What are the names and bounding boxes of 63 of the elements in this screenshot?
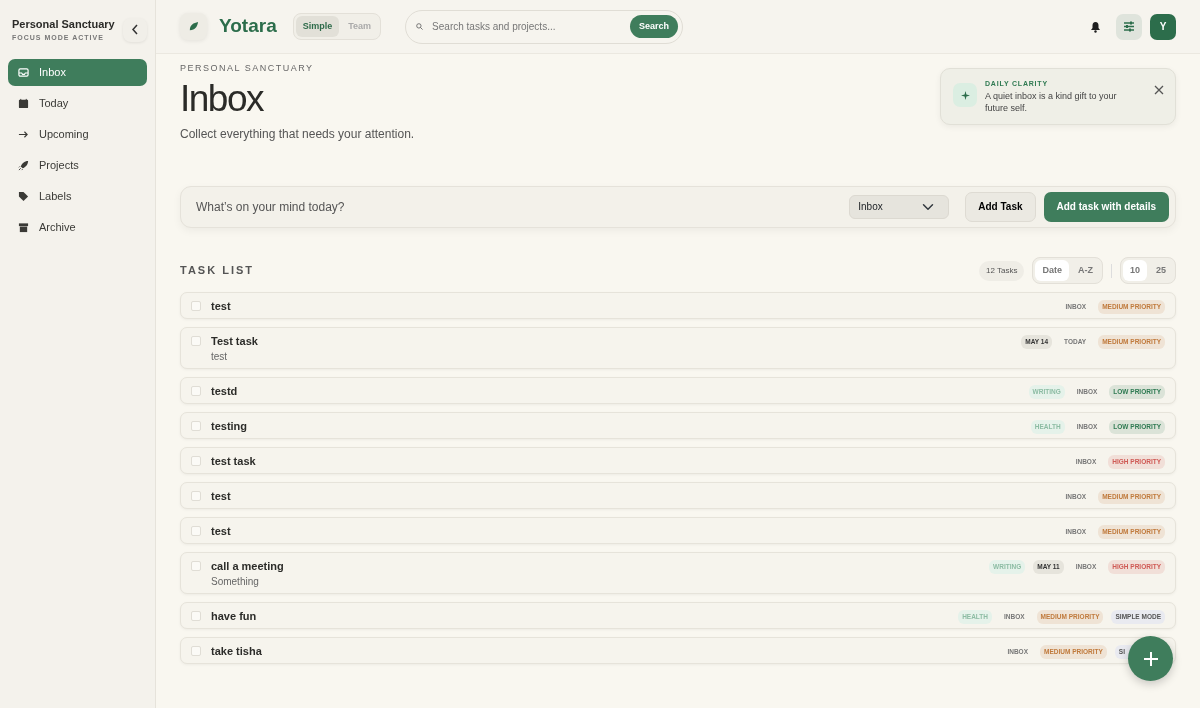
plus-icon xyxy=(1142,650,1159,667)
chevron-left-icon xyxy=(131,24,139,35)
segment-option[interactable]: 10 xyxy=(1122,259,1147,282)
task-title: Test task xyxy=(211,333,259,349)
task-title: test xyxy=(211,488,232,504)
page-title: Inbox xyxy=(180,79,263,117)
task-checkbox[interactable] xyxy=(191,610,201,621)
workspace-title: Personal Sanctuary xyxy=(12,17,115,32)
task-checkbox[interactable] xyxy=(191,300,201,311)
task-input[interactable]: What’s on your mind today? xyxy=(194,196,842,217)
task-title: have fun xyxy=(211,608,258,624)
page-subtitle: Collect everything that needs your attention. xyxy=(180,125,415,143)
settings-icon[interactable] xyxy=(1116,13,1142,40)
brand-name: Yotara xyxy=(219,14,277,39)
calendar-icon xyxy=(18,98,29,109)
sidebar-item[interactable]: Upcoming xyxy=(8,121,147,148)
search-icon xyxy=(416,23,424,30)
task-checkbox[interactable] xyxy=(191,525,201,536)
search-button[interactable]: Search xyxy=(630,14,679,39)
archive-icon xyxy=(18,222,29,233)
sidebar-item[interactable]: Inbox xyxy=(8,59,147,86)
add-task-button[interactable]: Add Task xyxy=(965,191,1036,222)
sidebar-item[interactable]: Labels xyxy=(8,183,147,210)
task-checkbox[interactable] xyxy=(191,645,201,656)
task-checkbox[interactable] xyxy=(191,560,201,571)
task-note: test xyxy=(211,349,229,364)
tip-text: A quiet inbox is a kind gift to your future self. xyxy=(985,89,1118,114)
quick-add-field[interactable]: What’s on your mind today? Inbox Add Task Add task with details xyxy=(180,185,1176,228)
segment-option[interactable]: Simple xyxy=(295,15,340,38)
sidebar-item[interactable]: Today xyxy=(8,90,147,117)
sidebar-item[interactable]: Archive xyxy=(8,214,147,241)
add-details-button[interactable]: Add task with details xyxy=(1043,191,1169,222)
task-checkbox[interactable] xyxy=(191,455,201,466)
task-checkbox[interactable] xyxy=(191,385,201,396)
task-title: test xyxy=(211,523,232,539)
page-eyebrow: PERSONAL SANCTUARY xyxy=(180,62,314,75)
leaf-icon xyxy=(180,13,207,40)
task-count: 12 Tasks xyxy=(979,260,1025,281)
sparkle-icon xyxy=(953,83,977,107)
section-heading: TASK LIST xyxy=(180,263,254,279)
task-title: testd xyxy=(211,383,239,399)
task-title: take tisha xyxy=(211,643,263,659)
inbox-icon xyxy=(18,67,29,78)
task-title: test xyxy=(211,298,232,314)
task-note: Something xyxy=(211,574,260,589)
task-title: test task xyxy=(211,453,257,469)
segment-option[interactable]: Date xyxy=(1035,259,1069,282)
task-title: testing xyxy=(211,418,249,434)
arrow-right-icon xyxy=(18,129,29,140)
task-checkbox[interactable] xyxy=(191,335,201,346)
segment-option[interactable]: 25 xyxy=(1149,259,1173,282)
task-title: call a meeting xyxy=(211,558,285,574)
rocket-icon xyxy=(18,160,29,171)
search-field[interactable]: Search tasks and projects... Search xyxy=(405,9,684,44)
sidebar-item[interactable]: Projects xyxy=(8,152,147,179)
tag-icon xyxy=(18,191,29,202)
add-button[interactable] xyxy=(1128,636,1173,681)
task-checkbox[interactable] xyxy=(191,420,201,431)
task-checkbox[interactable] xyxy=(191,490,201,501)
list-select[interactable]: Inbox xyxy=(849,194,950,219)
avatar[interactable]: Y xyxy=(1150,13,1176,40)
segment-option[interactable]: A-Z xyxy=(1070,259,1100,282)
collapse-button[interactable] xyxy=(123,17,147,42)
